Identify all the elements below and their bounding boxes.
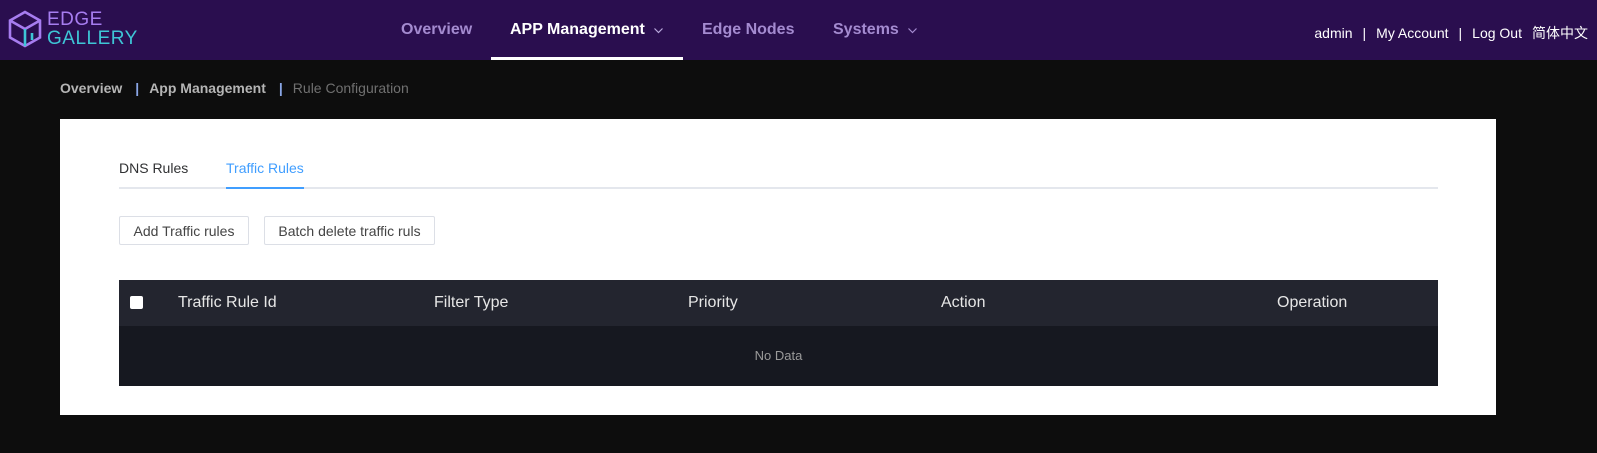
chevron-down-icon [653,27,663,33]
logout-link[interactable]: Log Out [1472,25,1522,41]
nav-item-overview[interactable]: Overview [401,0,472,60]
batch-delete-traffic-rules-button[interactable]: Batch delete traffic ruls [264,216,435,245]
column-header-operation: Operation [1277,294,1348,311]
tab-dns-rules[interactable]: DNS Rules [119,159,188,187]
nav-item-edge-nodes[interactable]: Edge Nodes [702,0,794,60]
breadcrumb-overview[interactable]: Overview [60,80,122,96]
user-menu-separator: | [1362,25,1367,41]
brand-line-1: EDGE [47,9,103,30]
brand-logo[interactable]: EDGE GALLERY [8,10,138,48]
username-link[interactable]: admin [1314,25,1352,41]
nav-item-label: Systems [833,21,899,38]
user-menu: admin | My Account | Log Out 简体中文 [1314,23,1588,43]
rule-tabs: DNS Rules Traffic Rules [119,159,1438,189]
column-header-priority: Priority [688,294,738,311]
column-header-filter-type: Filter Type [434,294,509,311]
column-header-action: Action [941,294,986,311]
empty-state-text: No Data [754,348,803,363]
my-account-link[interactable]: My Account [1376,25,1448,41]
breadcrumb-current-page: Rule Configuration [292,80,409,96]
brand-line-2: GALLERY [47,28,138,49]
nav-item-label: Overview [401,21,473,38]
breadcrumb: Overview | App Management | Rule Configu… [60,80,409,96]
column-header-traffic-rule-id: Traffic Rule Id [178,294,277,311]
rule-configuration-panel: DNS Rules Traffic Rules Add Traffic rule… [60,119,1496,415]
nav-item-label: APP Management [510,21,645,38]
select-all-checkbox[interactable] [130,296,143,309]
traffic-rules-table: Traffic Rule Id Filter Type Priority Act… [119,280,1438,386]
edgegallery-cube-icon [8,10,42,48]
add-traffic-rules-button[interactable]: Add Traffic rules [119,216,249,245]
top-navigation-bar: EDGE GALLERY Overview APP Management Edg… [0,0,1597,60]
brand-wordmark: EDGE GALLERY [47,10,138,48]
nav-item-app-management[interactable]: APP Management [491,0,683,60]
breadcrumb-separator: | [278,80,283,96]
chevron-down-icon [907,27,917,33]
user-menu-separator: | [1458,25,1463,41]
nav-item-label: Edge Nodes [702,21,795,38]
table-header: Traffic Rule Id Filter Type Priority Act… [119,280,1438,326]
breadcrumb-app-management[interactable]: App Management [149,80,266,96]
nav-item-systems[interactable]: Systems [833,0,918,60]
tab-traffic-rules[interactable]: Traffic Rules [226,159,304,189]
language-switch[interactable]: 简体中文 [1532,23,1588,43]
breadcrumb-separator: | [135,80,140,96]
